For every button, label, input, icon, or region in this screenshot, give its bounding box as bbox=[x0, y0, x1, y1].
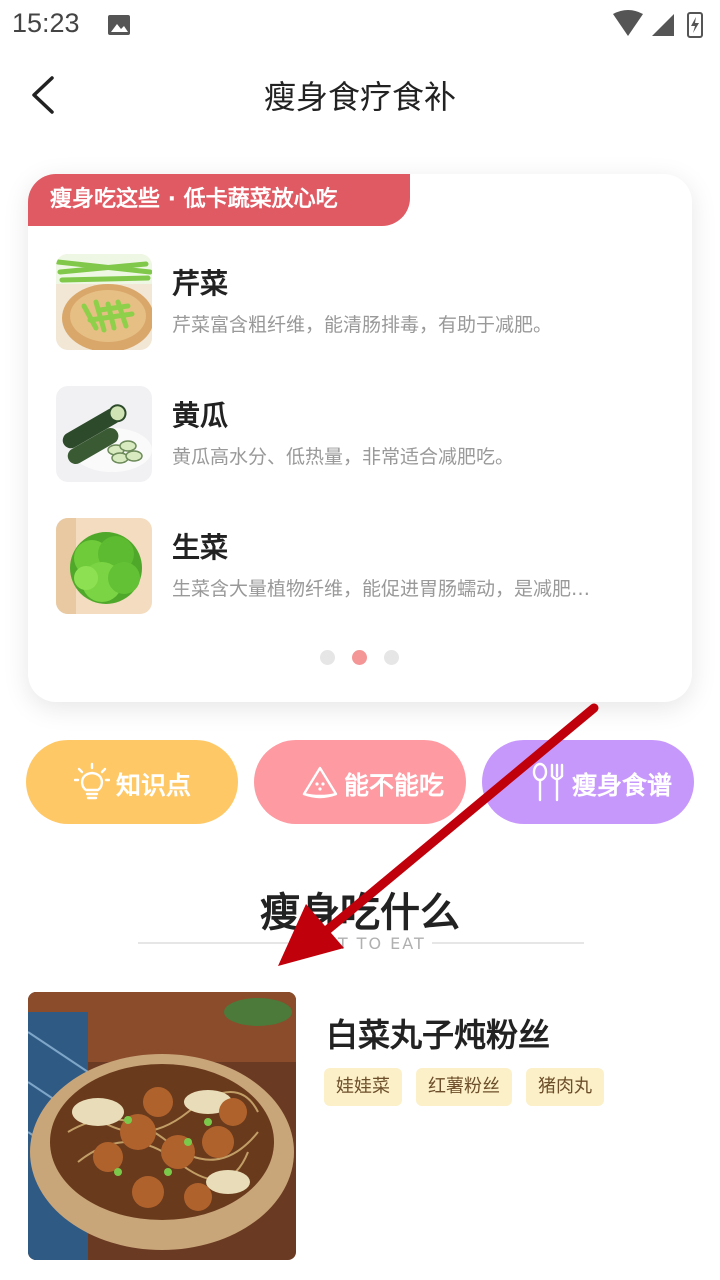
header: 瘦身食疗食补 bbox=[0, 50, 720, 140]
can-eat-label: 能不能吃 bbox=[344, 771, 445, 800]
list-item-cucumber[interactable]: 黄瓜 黄瓜高水分、低热量，非常适合减肥吃。 bbox=[56, 386, 676, 486]
pager-dot[interactable] bbox=[320, 650, 335, 665]
wifi-icon bbox=[613, 10, 643, 36]
cucumber-image bbox=[56, 386, 152, 482]
list-item-celery[interactable]: 芹菜 芹菜富含粗纤维，能清肠排毒，有助于减肥。 bbox=[56, 254, 676, 354]
recipe-title: 白菜丸子炖粉丝 bbox=[326, 1016, 551, 1054]
item-name: 生菜 bbox=[172, 531, 229, 564]
carousel-pager bbox=[318, 648, 408, 666]
list-item-lettuce[interactable]: 生菜 生菜含大量植物纤维，能促进胃肠蠕动，是减肥… bbox=[56, 518, 676, 618]
diet-recipe-button[interactable]: 瘦身食谱 bbox=[482, 740, 694, 824]
item-name: 黄瓜 bbox=[172, 399, 229, 432]
recipe-tag: 猪肉丸 bbox=[526, 1068, 604, 1106]
recipe-item[interactable]: 白菜丸子炖粉丝 娃娃菜 红薯粉丝 猪肉丸 bbox=[28, 992, 692, 1262]
signal-icon bbox=[652, 14, 674, 36]
watermelon-icon bbox=[302, 766, 338, 799]
diet-recipe-label: 瘦身食谱 bbox=[572, 771, 673, 800]
knowledge-button[interactable]: 知识点 bbox=[26, 740, 238, 824]
status-bar: 15:23 bbox=[0, 0, 720, 50]
page-title: 瘦身食疗食补 bbox=[263, 78, 456, 116]
image-notification-icon bbox=[108, 15, 130, 35]
card-banner: 瘦身吃这些 · 低卡蔬菜放心吃 bbox=[28, 174, 410, 226]
lettuce-image bbox=[56, 518, 152, 614]
pager-dot[interactable] bbox=[384, 650, 399, 665]
pager-dot-active[interactable] bbox=[352, 650, 367, 665]
lightbulb-icon bbox=[74, 762, 110, 800]
status-icons bbox=[613, 10, 703, 38]
vegetable-card: 瘦身吃这些 · 低卡蔬菜放心吃 芹菜 芹菜富含粗纤维，能清肠排毒，有助于减肥。 bbox=[28, 174, 692, 702]
item-description: 生菜含大量植物纤维，能促进胃肠蠕动，是减肥… bbox=[172, 578, 591, 600]
recipe-tag: 红薯粉丝 bbox=[416, 1068, 512, 1106]
section-subtitle: WHAT TO EAT bbox=[0, 934, 720, 953]
recipe-tags: 娃娃菜 红薯粉丝 猪肉丸 bbox=[324, 1068, 618, 1106]
recipe-image bbox=[28, 992, 296, 1260]
item-description: 黄瓜高水分、低热量，非常适合减肥吃。 bbox=[172, 446, 515, 468]
celery-image bbox=[56, 254, 152, 350]
section-title: 瘦身吃什么 bbox=[260, 890, 460, 936]
item-name: 芹菜 bbox=[172, 267, 229, 300]
knowledge-label: 知识点 bbox=[116, 771, 192, 800]
can-eat-button[interactable]: 能不能吃 bbox=[254, 740, 466, 824]
item-description: 芹菜富含粗纤维，能清肠排毒，有助于减肥。 bbox=[172, 314, 553, 336]
status-time: 15:23 bbox=[12, 8, 80, 38]
recipe-tag: 娃娃菜 bbox=[324, 1068, 402, 1106]
fork-spoon-icon bbox=[532, 762, 564, 802]
